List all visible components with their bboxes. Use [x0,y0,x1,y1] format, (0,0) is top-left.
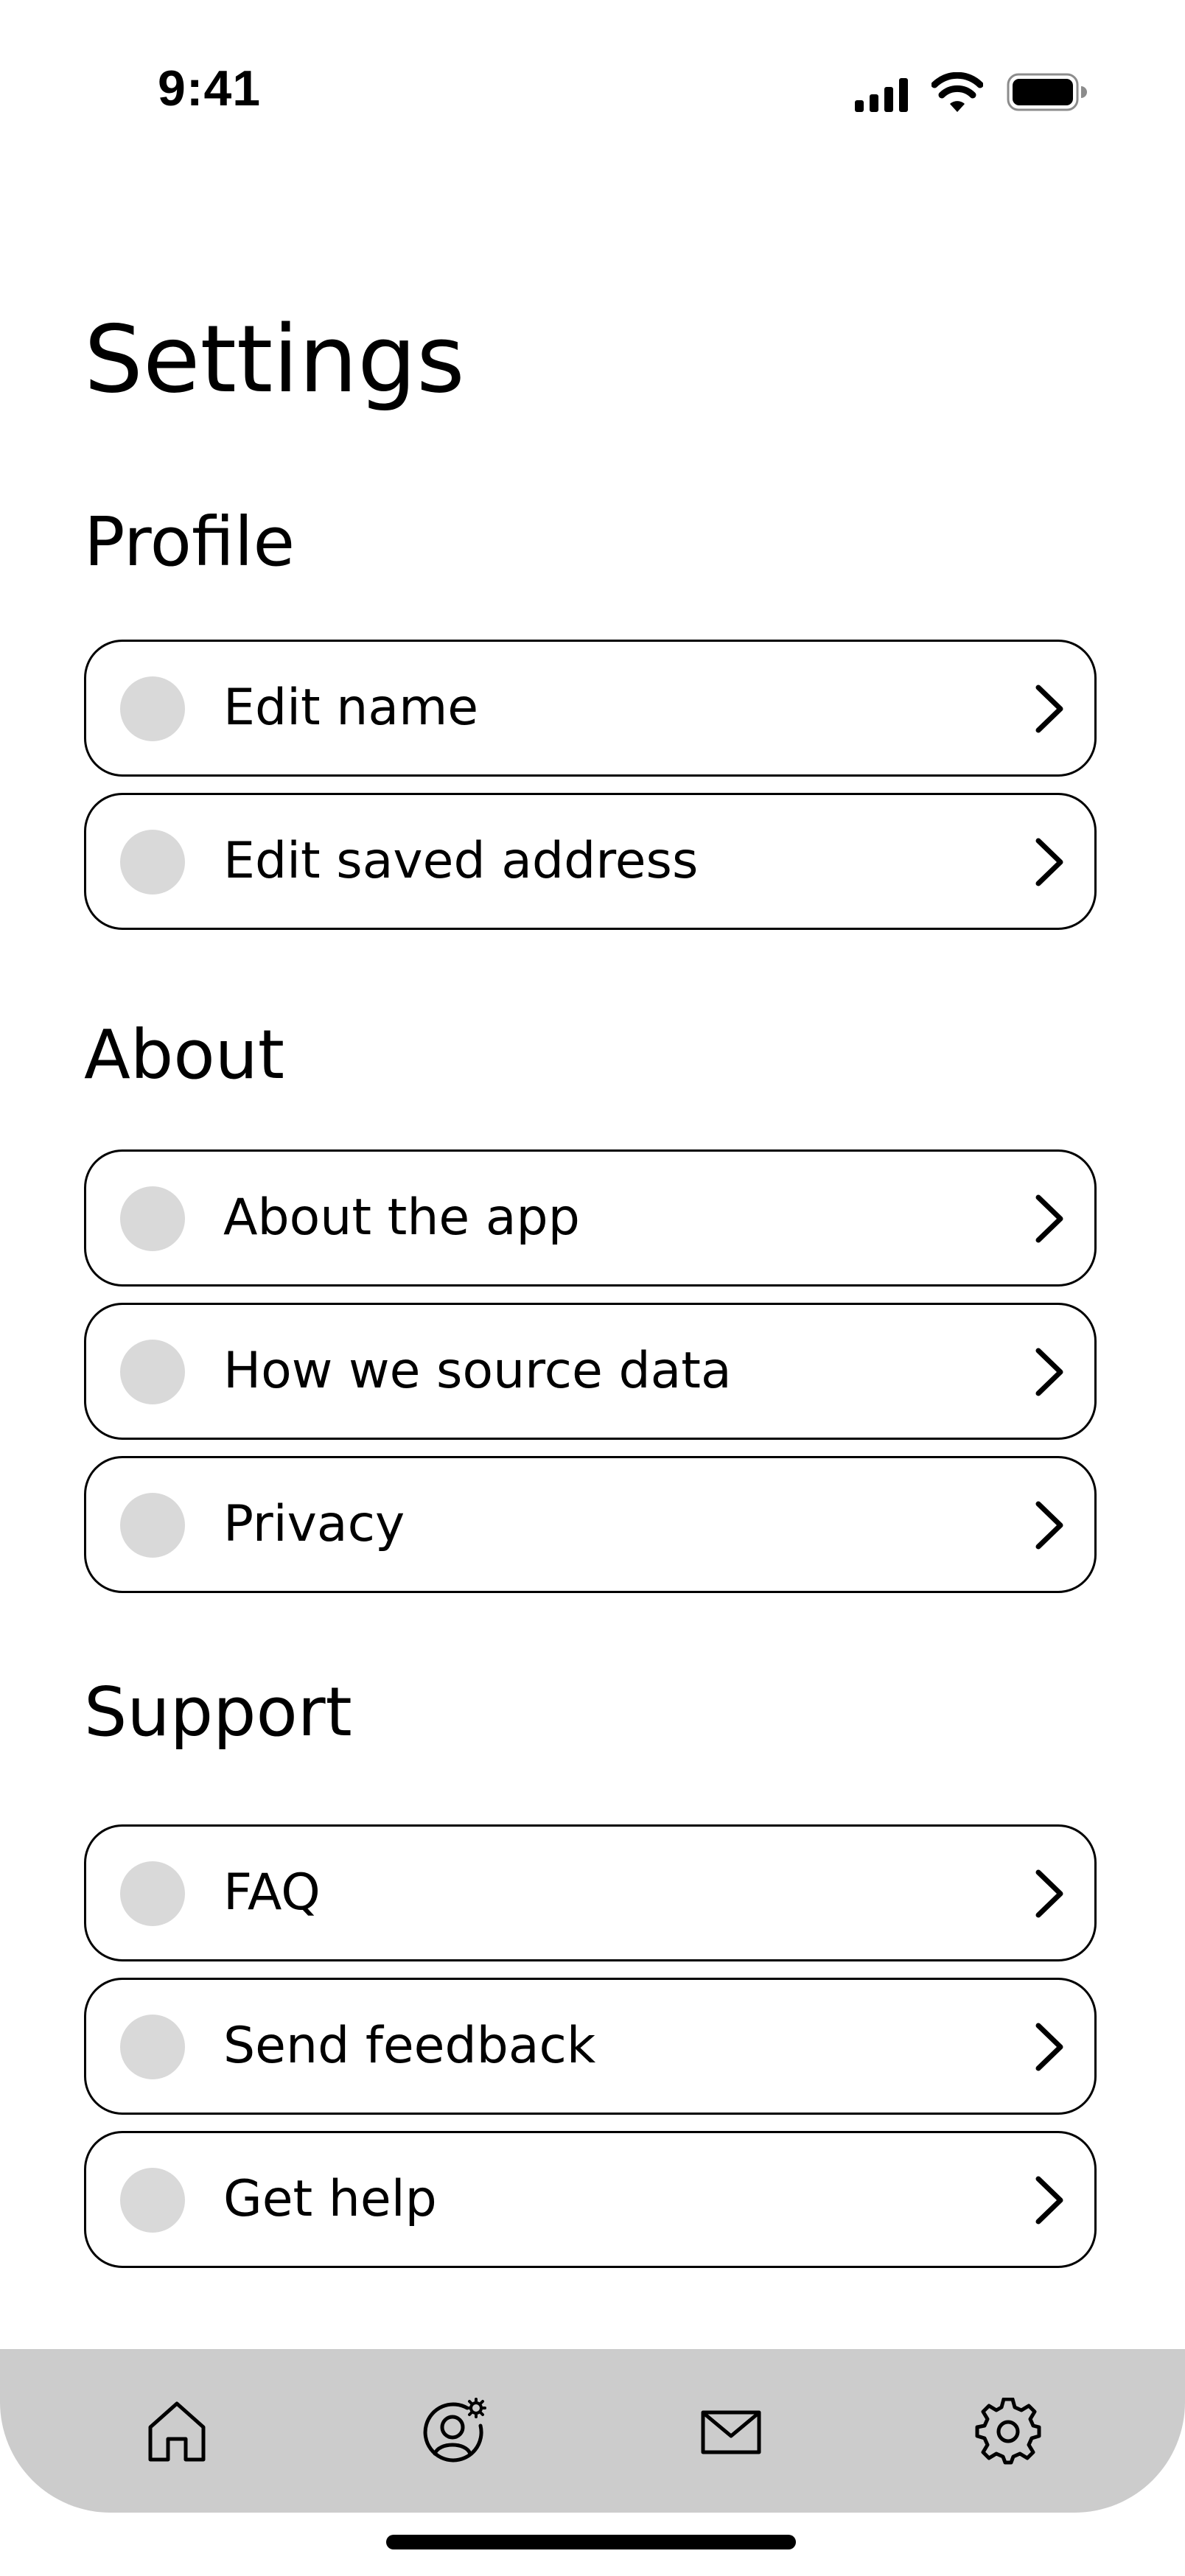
settings-item-label: Edit name [223,679,479,737]
settings-item-label: Privacy [223,1495,405,1553]
section-title-about: About [84,1015,285,1094]
settings-item-label: How we source data [223,1342,732,1400]
tab-profile[interactable] [420,2398,488,2465]
tab-settings[interactable] [974,2397,1042,2465]
settings-item-label: Edit saved address [223,832,699,890]
settings-item-faq[interactable]: FAQ [84,1824,1097,1961]
settings-item-label: Send feedback [223,2017,596,2075]
chevron-right-icon [1035,685,1063,733]
settings-item-send-feedback[interactable]: Send feedback [84,1978,1097,2115]
chevron-right-icon [1035,1194,1063,1243]
item-placeholder-icon [120,2015,185,2079]
settings-item-how-we-source-data[interactable]: How we source data [84,1303,1097,1440]
item-placeholder-icon [120,1861,185,1926]
gear-icon [975,2397,1041,2465]
settings-item-edit-name[interactable]: Edit name [84,640,1097,777]
profile-settings-icon [423,2398,486,2463]
item-placeholder-icon [120,1340,185,1404]
settings-item-get-help[interactable]: Get help [84,2131,1097,2268]
section-title-profile: Profile [84,503,296,581]
item-placeholder-icon [120,830,185,895]
home-indicator [386,2535,796,2549]
item-placeholder-icon [120,1186,185,1251]
tab-messages[interactable] [697,2398,765,2465]
chevron-right-icon [1035,1348,1063,1396]
settings-item-label: About the app [223,1189,580,1247]
cellular-signal-icon [855,78,908,112]
settings-item-label: FAQ [223,1863,321,1922]
bottom-tab-bar [0,2349,1185,2513]
item-placeholder-icon [120,676,185,741]
home-icon [148,2401,206,2462]
settings-item-edit-saved-address[interactable]: Edit saved address [84,793,1097,930]
status-time: 9:41 [158,60,262,116]
chevron-right-icon [1035,838,1063,886]
chevron-right-icon [1035,1501,1063,1550]
chevron-right-icon [1035,1869,1063,1918]
item-placeholder-icon [120,2168,185,2233]
item-placeholder-icon [120,1493,185,1558]
chevron-right-icon [1035,2176,1063,2225]
status-bar: 9:41 [0,0,1185,177]
chevron-right-icon [1035,2023,1063,2071]
battery-icon [1007,73,1087,111]
wifi-icon [931,72,983,112]
settings-item-privacy[interactable]: Privacy [84,1456,1097,1593]
settings-item-label: Get help [223,2170,437,2228]
settings-item-about-the-app[interactable]: About the app [84,1149,1097,1287]
section-title-support: Support [84,1673,352,1751]
tab-home[interactable] [143,2398,211,2465]
page-title: Settings [84,305,465,413]
mail-icon [701,2410,761,2454]
